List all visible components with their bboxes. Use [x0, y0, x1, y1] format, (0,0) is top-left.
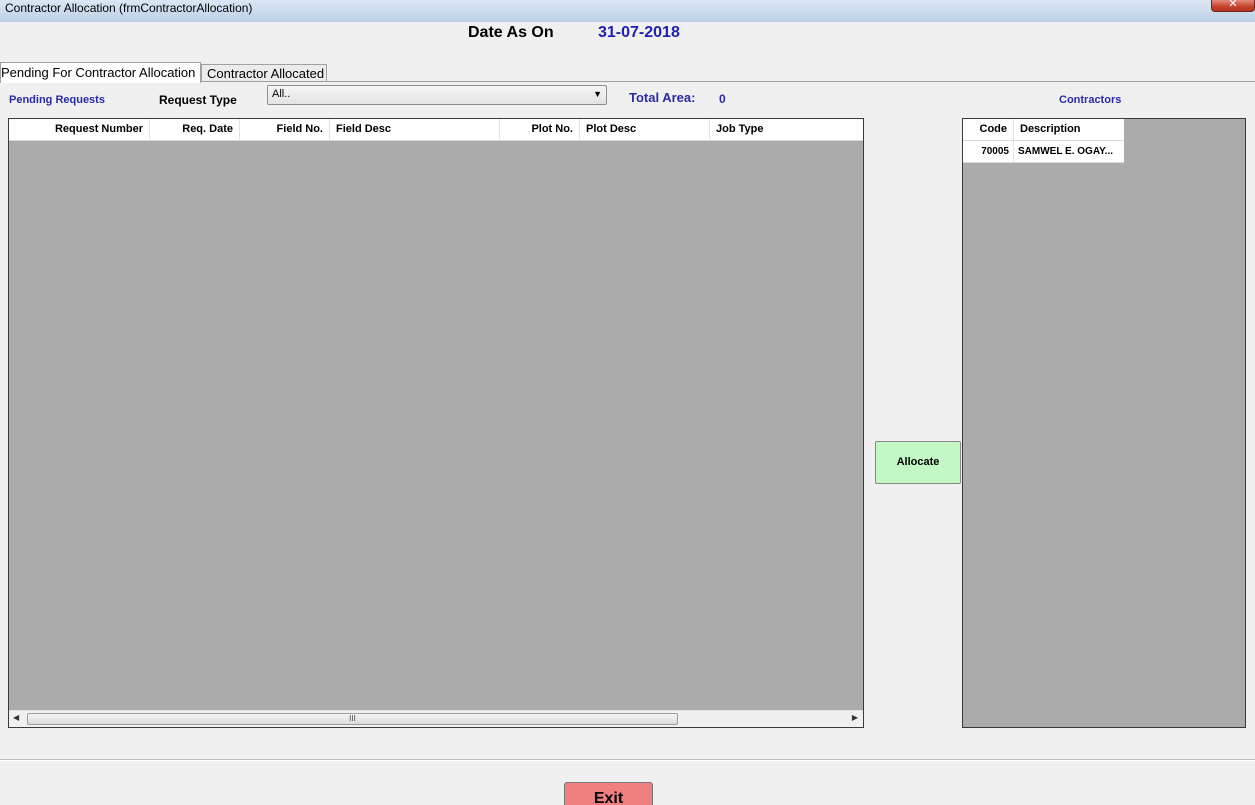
- allocate-button[interactable]: Allocate: [875, 441, 961, 484]
- title-bar: Contractor Allocation (frmContractorAllo…: [0, 0, 1255, 22]
- requests-grid-header: Request Number Req. Date Field No. Field…: [9, 119, 863, 141]
- tab-divider: [201, 81, 1255, 82]
- contractors-label: Contractors: [1059, 94, 1122, 106]
- date-value: 31-07-2018: [598, 24, 680, 41]
- exit-button[interactable]: Exit: [564, 782, 653, 805]
- date-label: Date As On: [468, 24, 554, 41]
- request-type-value: All..: [272, 88, 291, 100]
- request-type-label: Request Type: [159, 93, 237, 107]
- tab-contractor-allocated[interactable]: Contractor Allocated: [201, 64, 327, 82]
- scroll-left-icon[interactable]: ◀: [13, 713, 19, 722]
- horizontal-scrollbar[interactable]: ◀ III ▶: [9, 710, 863, 727]
- total-area-label: Total Area:: [629, 90, 696, 105]
- contractors-grid-header: Code Description: [963, 119, 1124, 141]
- total-area-value: 0: [719, 92, 726, 106]
- close-icon[interactable]: ✕: [1211, 0, 1255, 12]
- col-request-number[interactable]: Request Number: [9, 119, 150, 141]
- contractor-code: 70005: [963, 141, 1014, 162]
- pending-requests-grid[interactable]: Request Number Req. Date Field No. Field…: [8, 118, 864, 728]
- col-field-no[interactable]: Field No.: [240, 119, 330, 141]
- scroll-right-icon[interactable]: ▶: [852, 713, 858, 722]
- col-plot-no[interactable]: Plot No.: [500, 119, 580, 141]
- footer-divider-highlight: [0, 760, 1255, 761]
- window-title: Contractor Allocation (frmContractorAllo…: [5, 1, 253, 15]
- col-description[interactable]: Description: [1014, 119, 1124, 141]
- col-plot-desc[interactable]: Plot Desc: [580, 119, 710, 141]
- contractors-grid[interactable]: Code Description 70005 SAMWEL E. OGAY...: [962, 118, 1246, 728]
- request-type-select[interactable]: All.. ▼: [267, 85, 607, 105]
- table-row[interactable]: 70005 SAMWEL E. OGAY...: [963, 141, 1124, 163]
- col-field-desc[interactable]: Field Desc: [330, 119, 500, 141]
- contractor-description: SAMWEL E. OGAY...: [1018, 146, 1114, 157]
- tab-pending-allocation[interactable]: Pending For Contractor Allocation: [0, 62, 201, 83]
- col-job-type[interactable]: Job Type: [710, 119, 863, 141]
- pending-requests-label: Pending Requests: [9, 94, 105, 106]
- col-req-date[interactable]: Req. Date: [150, 119, 240, 141]
- col-code[interactable]: Code: [963, 119, 1014, 141]
- dropdown-arrow-icon[interactable]: ▼: [593, 89, 602, 99]
- scroll-thumb[interactable]: III: [27, 713, 678, 725]
